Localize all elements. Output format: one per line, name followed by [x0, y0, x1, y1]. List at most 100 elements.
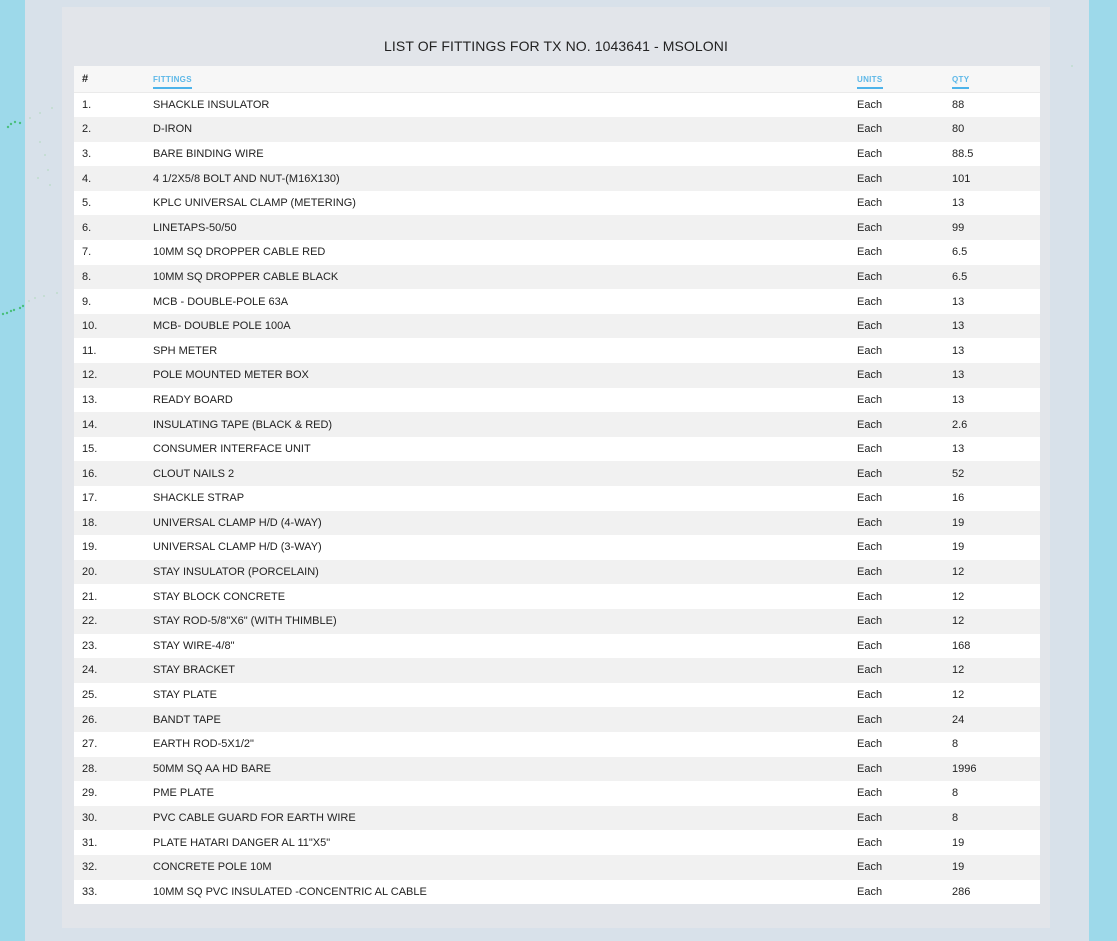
- row-number: 28.: [82, 762, 98, 775]
- fitting-quantity: 99: [952, 221, 965, 234]
- page-title: LIST OF FITTINGS FOR TX NO. 1043641 - MS…: [384, 38, 728, 54]
- fittings-table-body: 1. SHACKLE INSULATOR Each 88 2. D-IRON Each 80 3…: [74, 92, 1040, 905]
- fitting-quantity: 88: [952, 98, 965, 111]
- fitting-name: KPLC UNIVERSAL CLAMP (METERING): [153, 197, 356, 210]
- fittings-table-container: # FITTINGS UNITS QTY 1. SHACKLE INSULATOR…: [74, 66, 1040, 905]
- fitting-unit: Each: [857, 787, 883, 800]
- table-row: 28. 50MM SQ AA HD BARE Each 1996: [74, 756, 1040, 782]
- fitting-unit: Each: [857, 270, 883, 283]
- fitting-quantity: 13: [952, 344, 965, 357]
- table-header-row: # FITTINGS UNITS QTY: [74, 66, 1040, 92]
- fitting-unit: Each: [857, 147, 883, 160]
- fitting-quantity: 8: [952, 812, 959, 825]
- fitting-name: STAY ROD-5/8"X6" (WITH THIMBLE): [153, 615, 337, 628]
- fitting-unit: Each: [857, 467, 883, 480]
- fitting-unit: Each: [857, 393, 883, 406]
- table-row: 11. SPH METER Each 13: [74, 338, 1040, 364]
- row-number: 20.: [82, 566, 98, 579]
- fitting-quantity: 286: [952, 885, 971, 898]
- table-row: 12. POLE MOUNTED METER BOX Each 13: [74, 363, 1040, 388]
- fitting-name: SPH METER: [153, 344, 218, 357]
- fitting-name: 10MM SQ DROPPER CABLE RED: [153, 246, 326, 259]
- table-row: 4. 4 1/2X5/8 BOLT AND NUT-(M16X130) Each 10…: [74, 166, 1040, 191]
- table-row: 24. STAY BRACKET Each 12: [74, 658, 1040, 683]
- row-number: 10.: [82, 320, 98, 333]
- fitting-unit: Each: [857, 861, 883, 874]
- column-header-qty[interactable]: QTY: [952, 66, 1040, 92]
- row-number: 22.: [82, 615, 98, 628]
- fitting-name: INSULATING TAPE (BLACK & RED): [153, 418, 333, 431]
- table-row: 33. 10MM SQ PVC INSULATED -CONCENTRIC AL …: [74, 879, 1040, 905]
- fitting-name: 10MM SQ PVC INSULATED -CONCENTRIC AL CAB…: [153, 885, 427, 898]
- row-number: 12.: [82, 369, 98, 382]
- row-number: 26.: [82, 713, 98, 726]
- fitting-unit: Each: [857, 713, 883, 726]
- fitting-unit: Each: [857, 295, 883, 308]
- row-number: 30.: [82, 812, 98, 825]
- fitting-quantity: 19: [952, 861, 965, 874]
- fitting-unit: Each: [857, 566, 883, 579]
- fitting-name: BARE BINDING WIRE: [153, 147, 264, 160]
- table-row: 8. 10MM SQ DROPPER CABLE BLACK Each 6.5: [74, 264, 1040, 290]
- fitting-unit: Each: [857, 172, 883, 185]
- row-number: 21.: [82, 590, 98, 603]
- row-number: 5.: [82, 197, 92, 210]
- table-row: 1. SHACKLE INSULATOR Each 88: [74, 92, 1040, 118]
- table-row: 18. UNIVERSAL CLAMP H/D (4-WAY) Each 19: [74, 510, 1040, 536]
- fitting-unit: Each: [857, 615, 883, 628]
- table-row: 20. STAY INSULATOR (PORCELAIN) Each 12: [74, 559, 1040, 585]
- fitting-quantity: 101: [952, 172, 971, 185]
- row-number: 31.: [82, 836, 98, 849]
- fitting-unit: Each: [857, 418, 883, 431]
- fitting-quantity: 13: [952, 295, 965, 308]
- fitting-name: STAY BLOCK CONCRETE: [153, 590, 286, 603]
- row-number: 16.: [82, 467, 98, 480]
- fitting-name: UNIVERSAL CLAMP H/D (4-WAY): [153, 516, 322, 529]
- fitting-quantity: 13: [952, 369, 965, 382]
- row-number: 24.: [82, 664, 98, 677]
- row-number: 33.: [82, 885, 98, 898]
- fitting-name: BANDT TAPE: [153, 713, 221, 726]
- row-number: 6.: [82, 221, 92, 234]
- fitting-name: 50MM SQ AA HD BARE: [153, 762, 271, 775]
- fitting-name: 10MM SQ DROPPER CABLE BLACK: [153, 270, 339, 283]
- table-row: 13. READY BOARD Each 13: [74, 387, 1040, 413]
- fitting-unit: Each: [857, 123, 883, 136]
- table-row: 14. INSULATING TAPE (BLACK & RED) Each 2.6: [74, 412, 1040, 437]
- table-row: 32. CONCRETE POLE 10M Each 19: [74, 854, 1040, 880]
- row-number: 1.: [82, 98, 92, 111]
- fitting-unit: Each: [857, 738, 883, 751]
- row-number: 15.: [82, 443, 98, 456]
- column-header-fittings[interactable]: FITTINGS: [153, 66, 857, 92]
- fitting-quantity: 12: [952, 566, 965, 579]
- fitting-name: SHACKLE INSULATOR: [153, 98, 270, 111]
- fitting-name: EARTH ROD-5X1/2": [153, 738, 254, 751]
- table-row: 15. CONSUMER INTERFACE UNIT Each 13: [74, 436, 1040, 462]
- fittings-table: # FITTINGS UNITS QTY 1. SHACKLE INSULATOR…: [74, 66, 1040, 905]
- fittings-panel: LIST OF FITTINGS FOR TX NO. 1043641 - MS…: [62, 7, 1050, 928]
- fitting-unit: Each: [857, 541, 883, 554]
- fitting-quantity: 1996: [952, 762, 977, 775]
- fitting-unit: Each: [857, 812, 883, 825]
- fitting-quantity: 13: [952, 443, 965, 456]
- fitting-quantity: 168: [952, 639, 971, 652]
- row-number: 27.: [82, 738, 98, 751]
- table-row: 29. PME PLATE Each 8: [74, 781, 1040, 806]
- fitting-unit: Each: [857, 762, 883, 775]
- fitting-name: CLOUT NAILS 2: [153, 467, 235, 480]
- fitting-quantity: 13: [952, 393, 965, 406]
- row-number: 23.: [82, 639, 98, 652]
- sort-units-link[interactable]: UNITS: [857, 75, 883, 89]
- fitting-unit: Each: [857, 836, 883, 849]
- table-row: 17. SHACKLE STRAP Each 16: [74, 486, 1040, 511]
- sort-qty-link[interactable]: QTY: [952, 75, 970, 89]
- fitting-quantity: 19: [952, 541, 965, 554]
- sort-fittings-link[interactable]: FITTINGS: [153, 75, 192, 89]
- column-header-units[interactable]: UNITS: [857, 66, 952, 92]
- fitting-unit: Each: [857, 885, 883, 898]
- fitting-name: D-IRON: [153, 123, 193, 136]
- fitting-name: STAY INSULATOR (PORCELAIN): [153, 566, 319, 579]
- table-row: 9. MCB - DOUBLE-POLE 63A Each 13: [74, 289, 1040, 314]
- row-number: 11.: [82, 344, 97, 357]
- fitting-quantity: 12: [952, 615, 965, 628]
